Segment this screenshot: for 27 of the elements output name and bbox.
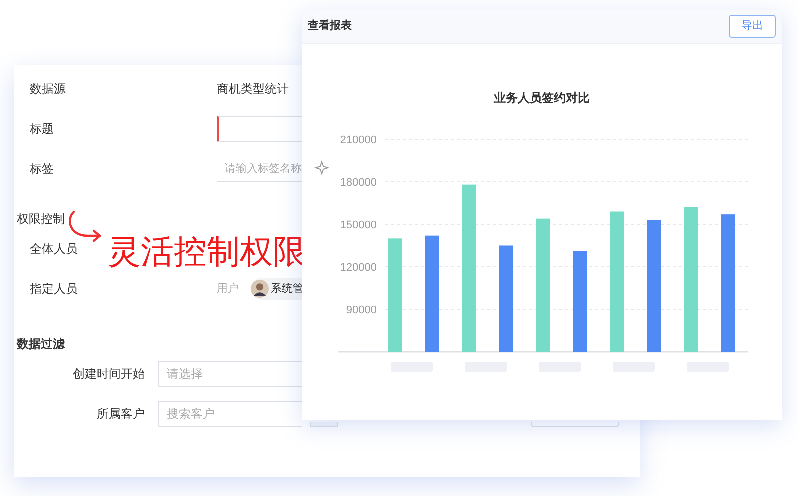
filter-input[interactable]: 搜索客户 bbox=[158, 401, 302, 427]
field-label: 创建时间开始 bbox=[73, 367, 145, 381]
y-tick-label: 90000 bbox=[346, 304, 377, 316]
chart-title: 业务人员签约对比 bbox=[494, 91, 590, 105]
field-label: 标签 bbox=[30, 162, 54, 176]
search-addon-button[interactable] bbox=[310, 422, 338, 427]
section-title: 权限控制 bbox=[17, 211, 65, 228]
field-label: 标题 bbox=[30, 122, 54, 136]
number-input[interactable] bbox=[531, 422, 619, 427]
section-title: 数据过滤 bbox=[17, 336, 65, 353]
field-label: 全体人员 bbox=[30, 242, 78, 256]
y-tick-label: 210000 bbox=[340, 134, 377, 146]
annotation-text: 灵活控制权限 bbox=[108, 233, 306, 270]
avatar-icon bbox=[251, 280, 269, 298]
field-label: 指定人员 bbox=[30, 282, 78, 296]
field-label: 所属客户 bbox=[97, 407, 145, 421]
field-prefix: 用户 bbox=[217, 282, 239, 297]
field-label: 数据源 bbox=[30, 82, 66, 96]
y-tick-label: 150000 bbox=[340, 220, 377, 232]
y-tick-label: 180000 bbox=[340, 177, 377, 189]
sparkle-icon bbox=[314, 160, 330, 176]
field-value: 商机类型统计 bbox=[217, 81, 289, 98]
y-tick-label: 120000 bbox=[340, 262, 377, 274]
panel-title: 查看报表 bbox=[308, 18, 352, 34]
filter-input[interactable]: 请选择 bbox=[158, 361, 302, 387]
tag-input[interactable]: 请输入标签名称 bbox=[217, 156, 302, 182]
curved-arrow-icon bbox=[66, 210, 104, 244]
